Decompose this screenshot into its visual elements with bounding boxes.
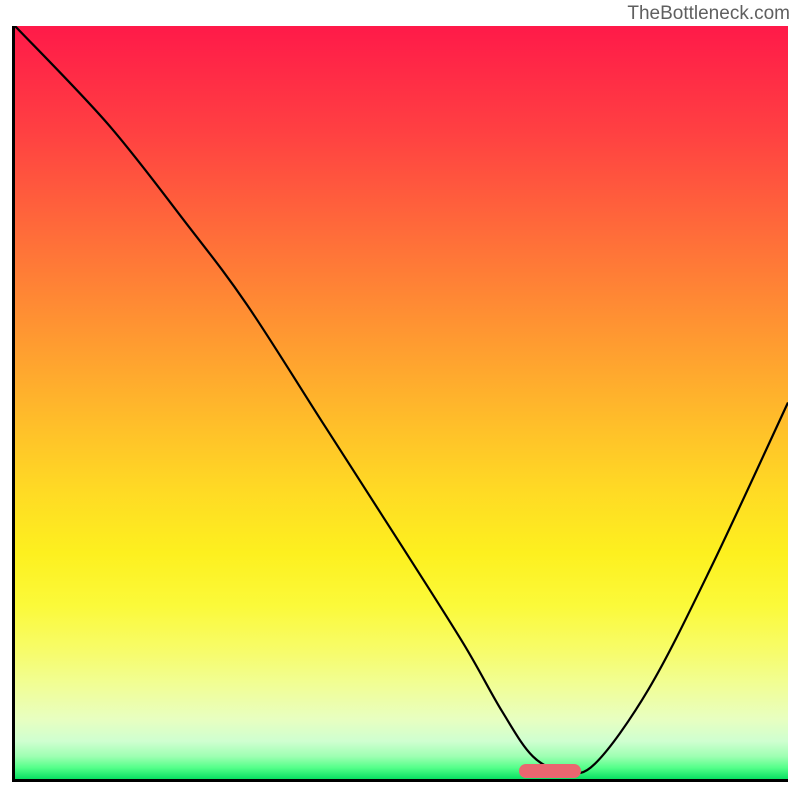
curve-svg — [15, 26, 788, 779]
chart-plot-area — [12, 26, 788, 782]
optimal-marker — [519, 764, 581, 778]
watermark-text: TheBottleneck.com — [627, 3, 790, 25]
bottleneck-curve — [15, 26, 788, 773]
